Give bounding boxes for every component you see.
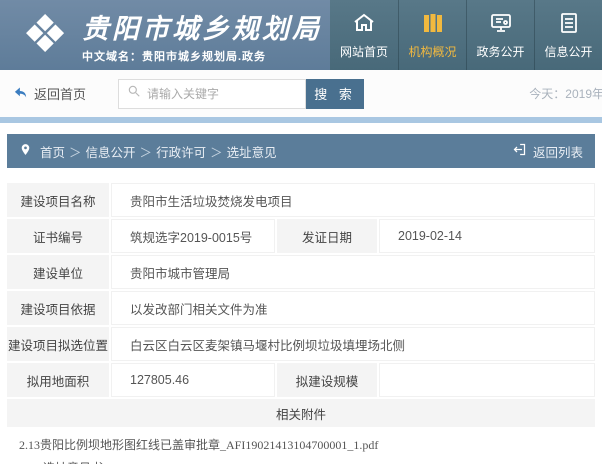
monitor-icon [489, 11, 513, 38]
nav-tab-info-disclosure[interactable]: 信息公开 [534, 0, 602, 70]
return-list-icon [512, 142, 527, 160]
attachments-list: 2.13贵阳比例坝地形图红线已盖审批章_AFI19021413104700001… [7, 429, 595, 464]
table-row: 建设项目名称 贵阳市生活垃圾焚烧发电项目 [7, 183, 595, 217]
breadcrumb-site-opinion[interactable]: 选址意见 [227, 142, 277, 161]
table-row: 建设项目拟选位置 白云区白云区麦架镇马堰村比例坝垃圾填埋场北侧 [7, 327, 595, 361]
field-value-issue-date: 2019-02-14 [379, 219, 595, 253]
field-value-cert-no: 筑规选字2019-0015号 [111, 219, 275, 253]
back-home-button[interactable]: 返回首页 [12, 84, 86, 103]
field-value-build-scale [379, 363, 595, 397]
breadcrumb: 首页 ＞ 信息公开 ＞ 行政许可 ＞ 选址意见 返回列表 [7, 134, 595, 168]
site-subtitle: 中文域名：贵阳市城乡规划局.政务 [82, 48, 322, 64]
project-detail-table: 建设项目名称 贵阳市生活垃圾焚烧发电项目 证书编号 筑规选字2019-0015号… [7, 183, 595, 464]
nav-tab-label: 网站首页 [340, 43, 388, 60]
table-row: 建设项目依据 以发改部门相关文件为准 [7, 291, 595, 325]
back-to-list-button[interactable]: 返回列表 [512, 142, 583, 161]
toolbar: 返回首页 搜 索 今天：2019年 [0, 70, 602, 117]
search-button[interactable]: 搜 索 [306, 79, 364, 109]
nav-tab-org-overview[interactable]: 机构概况 [398, 0, 466, 70]
site-branding: ❖ 贵阳市城乡规划局 中文域名：贵阳市城乡规划局.政务 [0, 0, 330, 70]
breadcrumb-separator: ＞ [69, 142, 82, 161]
field-value-build-unit: 贵阳市城市管理局 [111, 255, 595, 289]
field-label-land-area: 拟用地面积 [7, 363, 109, 397]
back-arrow-icon [12, 85, 29, 103]
field-value-land-area: 127805.46 [111, 363, 275, 397]
table-row: 拟用地面积 127805.46 拟建设规模 [7, 363, 595, 397]
breadcrumb-separator: ＞ [210, 142, 223, 161]
field-value-project-name: 贵阳市生活垃圾焚烧发电项目 [111, 183, 595, 217]
field-label-build-unit: 建设单位 [7, 255, 109, 289]
field-label-proposed-location: 建设项目拟选位置 [7, 327, 109, 361]
field-label-project-name: 建设项目名称 [7, 183, 109, 217]
search-box [118, 79, 306, 109]
back-to-list-label: 返回列表 [533, 142, 583, 161]
location-pin-icon [19, 142, 32, 160]
breadcrumb-admin-permit[interactable]: 行政许可 [156, 142, 206, 161]
site-header: ❖ 贵阳市城乡规划局 中文域名：贵阳市城乡规划局.政务 网站首页 机构概况 [0, 0, 602, 70]
attachments-header: 相关附件 [7, 399, 595, 427]
home-icon [352, 11, 376, 38]
field-label-issue-date: 发证日期 [277, 219, 377, 253]
nav-tab-site-home[interactable]: 网站首页 [330, 0, 398, 70]
search-input[interactable] [147, 87, 297, 101]
field-label-project-basis: 建设项目依据 [7, 291, 109, 325]
books-icon [421, 11, 445, 38]
field-label-cert-no: 证书编号 [7, 219, 109, 253]
breadcrumb-info-disclosure[interactable]: 信息公开 [86, 142, 136, 161]
field-value-project-basis: 以发改部门相关文件为准 [111, 291, 595, 325]
back-home-label: 返回首页 [34, 84, 86, 103]
attachment-link[interactable]: 2.13贵阳比例坝地形图红线已盖审批章_AFI19021413104700001… [19, 434, 583, 457]
divider-band [0, 117, 602, 123]
nav-tab-label: 信息公开 [544, 43, 592, 60]
today-date-label: 今天：2019年 [529, 85, 602, 102]
site-title: 贵阳市城乡规划局 [82, 7, 322, 46]
nav-tab-gov-affairs[interactable]: 政务公开 [466, 0, 534, 70]
field-label-build-scale: 拟建设规模 [277, 363, 377, 397]
field-value-proposed-location: 白云区白云区麦架镇马堰村比例坝垃圾填埋场北侧 [111, 327, 595, 361]
breadcrumb-home[interactable]: 首页 [40, 142, 65, 161]
title-block: 贵阳市城乡规划局 中文域名：贵阳市城乡规划局.政务 [82, 7, 322, 64]
table-row: 证书编号 筑规选字2019-0015号 发证日期 2019-02-14 [7, 219, 595, 253]
breadcrumb-separator: ＞ [140, 142, 153, 161]
main-nav: 网站首页 机构概况 政务公开 [330, 0, 602, 70]
document-icon [557, 11, 581, 38]
nav-tab-label: 机构概况 [408, 43, 456, 60]
attachment-link[interactable]: 0015选址意见书_AFI19021413103400001_1.pdf [19, 457, 583, 464]
search-icon [127, 84, 141, 103]
nav-tab-label: 政务公开 [476, 43, 524, 60]
bureau-logo-icon: ❖ [16, 6, 74, 64]
table-row: 建设单位 贵阳市城市管理局 [7, 255, 595, 289]
